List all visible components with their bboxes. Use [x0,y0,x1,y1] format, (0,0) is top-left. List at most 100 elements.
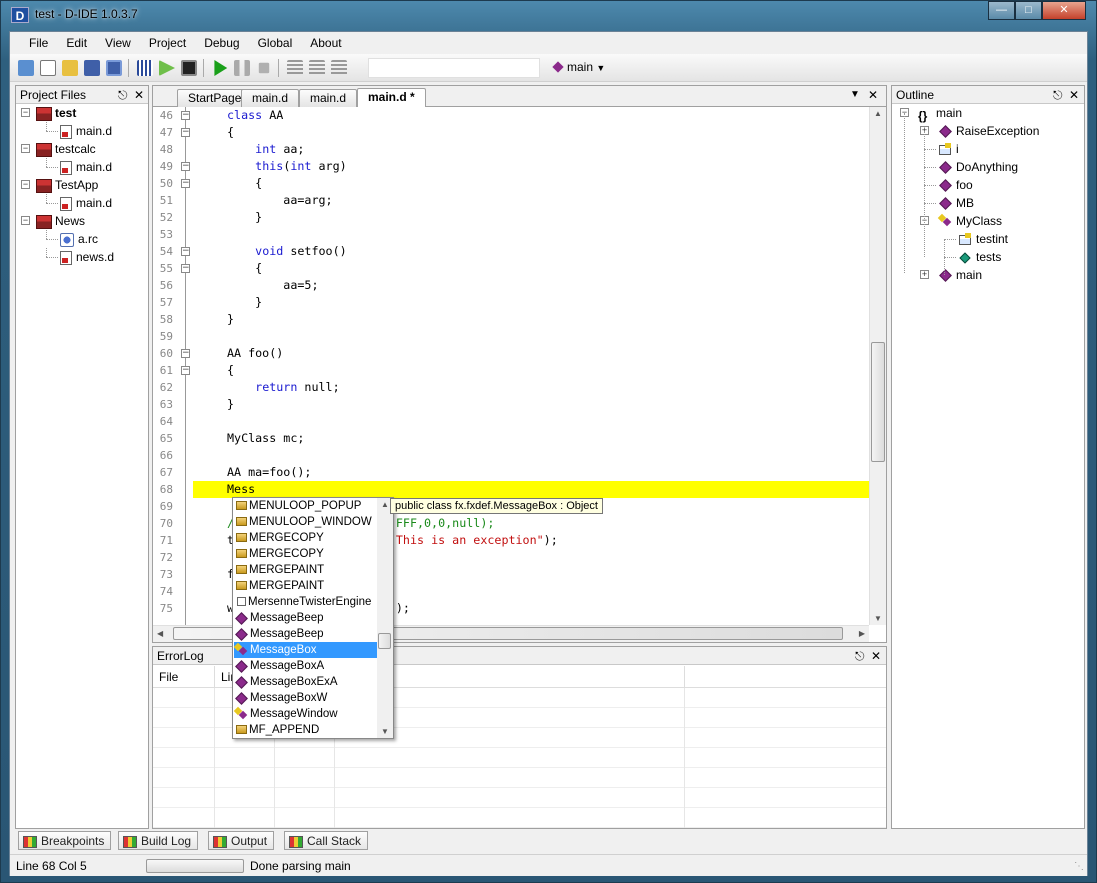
completion-item[interactable]: MERGEPAINT [234,578,377,594]
code-line[interactable]: 60− AA foo() [153,345,869,362]
autocomplete-scrollbar[interactable]: ▲ ▼ [377,498,393,738]
menu-edit[interactable]: Edit [57,32,96,54]
pin-icon[interactable]: ⎋ [855,647,865,665]
code-line[interactable]: 62 return null; [153,379,869,396]
scroll-up-icon[interactable]: ▲ [381,500,389,509]
scroll-right-icon[interactable]: ▶ [859,629,865,638]
completion-item[interactable]: MersenneTwisterEngine [234,594,377,610]
tab-build-log[interactable]: Build Log [118,831,199,850]
completion-item[interactable]: MessageBeep [234,626,377,642]
code-line[interactable]: 61− { [153,362,869,379]
code-line[interactable]: 64 [153,413,869,430]
code-line[interactable]: 51 aa=arg; [153,192,869,209]
fold-icon[interactable]: − [181,366,190,375]
resize-grip-icon[interactable]: ⋱ [1074,861,1084,872]
menu-project[interactable]: Project [140,32,195,54]
code-line[interactable]: 59 [153,328,869,345]
code-line[interactable]: 54− void setfoo() [153,243,869,260]
fold-icon[interactable]: − [181,162,190,171]
outline-node[interactable]: DoAnything [938,158,1018,176]
completion-item[interactable]: MENULOOP_POPUP [234,498,377,514]
file-node[interactable]: main.d [60,158,112,176]
scroll-left-icon[interactable]: ◀ [157,629,163,638]
new-file-icon[interactable] [40,60,56,76]
outline-node[interactable]: RaiseException [938,122,1039,140]
title-bar[interactable]: D test - D-IDE 1.0.3.7 — □ ✕ [1,1,1096,29]
completion-item[interactable]: MessageWindow [234,706,377,722]
completion-item[interactable]: MessageBoxW [234,690,377,706]
code-line[interactable]: 50− { [153,175,869,192]
close-icon[interactable]: ✕ [871,647,881,665]
fold-icon[interactable]: − [181,128,190,137]
code-line[interactable]: 65 MyClass mc; [153,430,869,447]
code-line[interactable]: 46− class AA [153,107,869,124]
outline-node[interactable]: MyClass [938,212,1002,230]
file-node[interactable]: a.rc [60,230,98,248]
collapse-icon[interactable]: − [21,216,30,225]
code-line[interactable]: 52 } [153,209,869,226]
tab-main-d[interactable]: main.d [299,89,358,107]
outline-node[interactable]: testint [958,230,1008,248]
completion-item[interactable]: MessageBox [234,642,377,658]
collapse-icon[interactable]: − [21,144,30,153]
code-line[interactable]: 58} [153,311,869,328]
stop-icon[interactable] [258,62,270,74]
close-icon[interactable]: ✕ [868,88,878,102]
pin-icon[interactable]: ⎋ [118,86,128,104]
project-node[interactable]: News [36,212,85,230]
menu-file[interactable]: File [20,32,57,54]
tab-list-dropdown-icon[interactable]: ▼ [850,89,860,100]
code-line[interactable]: 66 [153,447,869,464]
completion-item[interactable]: MERGEPAINT [234,562,377,578]
toolbar-search-input[interactable] [368,58,540,78]
completion-item[interactable]: MERGECOPY [234,530,377,546]
code-line[interactable]: 68 Mess [153,481,869,498]
completion-item[interactable]: MF_APPEND [234,722,377,738]
collapse-icon[interactable]: − [21,180,30,189]
project-node[interactable]: test [36,104,76,122]
menu-global[interactable]: Global [249,32,302,54]
file-node[interactable]: main.d [60,194,112,212]
step-out-icon[interactable] [331,60,347,76]
code-line[interactable]: 53 [153,226,869,243]
project-node[interactable]: testcalc [36,140,96,158]
step-over-icon[interactable] [287,60,303,76]
code-line[interactable]: 67 AA ma=foo(); [153,464,869,481]
outline-node[interactable]: foo [938,176,973,194]
menu-view[interactable]: View [96,32,140,54]
fold-icon[interactable]: − [181,349,190,358]
save-icon[interactable] [84,60,100,76]
tab-output[interactable]: Output [208,831,275,850]
code-line[interactable]: 57 } [153,294,869,311]
completion-item[interactable]: MENULOOP_WINDOW [234,514,377,530]
code-line[interactable]: 63} [153,396,869,413]
code-line[interactable]: 47− { [153,124,869,141]
save-all-icon[interactable] [106,60,122,76]
tab-call-stack[interactable]: Call Stack [284,831,369,850]
maximize-icon[interactable]: □ [1015,1,1042,20]
code-line[interactable]: 48 int aa; [153,141,869,158]
column-header-file[interactable]: File [153,666,215,688]
fold-icon[interactable]: − [181,247,190,256]
tab-main-d[interactable]: main.d * [357,88,426,107]
pin-icon[interactable]: ⎋ [1053,86,1063,104]
project-node[interactable]: TestApp [36,176,98,194]
completion-item[interactable]: MERGECOPY [234,546,377,562]
open-folder-icon[interactable] [62,60,78,76]
build-config-dropdown[interactable]: main ▼ [552,60,605,74]
tab-breakpoints[interactable]: Breakpoints [18,831,112,850]
close-icon[interactable]: ✕ [1042,1,1086,20]
outline-node[interactable]: i [938,140,959,158]
step-into-icon[interactable] [309,60,325,76]
outline-node[interactable]: {} main [918,104,962,123]
outline-node[interactable]: tests [958,248,1001,266]
minimize-icon[interactable]: — [988,1,1015,20]
collapse-icon[interactable]: − [21,108,30,117]
scroll-up-icon[interactable]: ▲ [874,109,882,118]
autocomplete-list[interactable]: ▲ ▼ MENULOOP_POPUP MENULOOP_WINDOW MERGECO… [232,497,394,739]
code-line[interactable]: 49− this(int arg) [153,158,869,175]
fold-icon[interactable]: − [181,111,190,120]
console-icon[interactable] [181,60,197,76]
file-node[interactable]: main.d [60,122,112,140]
editor-vertical-scrollbar[interactable]: ▲ ▼ [869,107,886,625]
